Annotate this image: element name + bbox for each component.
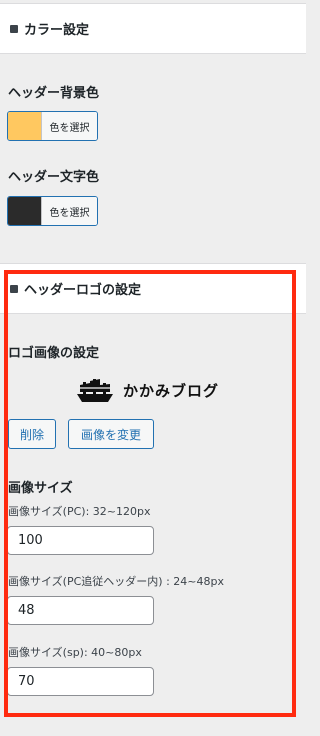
logo-settings-header[interactable]: ヘッダーロゴの設定 (0, 263, 306, 314)
change-image-button[interactable]: 画像を変更 (68, 419, 154, 449)
color-settings-title: カラー設定 (24, 23, 90, 38)
pc-follow-size-input[interactable] (7, 596, 154, 625)
logo-settings-title: ヘッダーロゴの設定 (24, 283, 142, 298)
header-bg-color-button-label: 色を選択 (41, 112, 97, 140)
header-bg-color-swatch (8, 112, 41, 140)
section-square-icon (10, 24, 18, 33)
sp-size-input[interactable] (7, 667, 154, 696)
logo-text: かかみブログ (123, 381, 220, 400)
header-text-color-button-label: 色を選択 (41, 197, 97, 225)
logo-preview: かかみブログ (75, 376, 219, 404)
header-text-color-button[interactable]: 色を選択 (7, 196, 98, 226)
header-text-color-label: ヘッダー文字色 (8, 170, 100, 185)
header-text-color-swatch (8, 197, 41, 225)
section-square-icon (10, 284, 18, 293)
header-bg-color-label: ヘッダー背景色 (8, 86, 100, 101)
ship-logo-icon (77, 379, 113, 402)
pc-size-input[interactable] (7, 526, 154, 555)
delete-image-button[interactable]: 削除 (8, 419, 56, 449)
logo-image-label: ロゴ画像の設定 (8, 346, 100, 361)
pc-size-label: 画像サイズ(PC): 32~120px (8, 505, 151, 518)
header-bg-color-button[interactable]: 色を選択 (7, 111, 98, 141)
color-settings-header[interactable]: カラー設定 (0, 3, 306, 54)
sp-size-label: 画像サイズ(sp): 40~80px (8, 646, 142, 659)
image-size-heading: 画像サイズ (8, 481, 73, 496)
pc-follow-size-label: 画像サイズ(PC追従ヘッダー内) : 24~48px (8, 575, 224, 588)
